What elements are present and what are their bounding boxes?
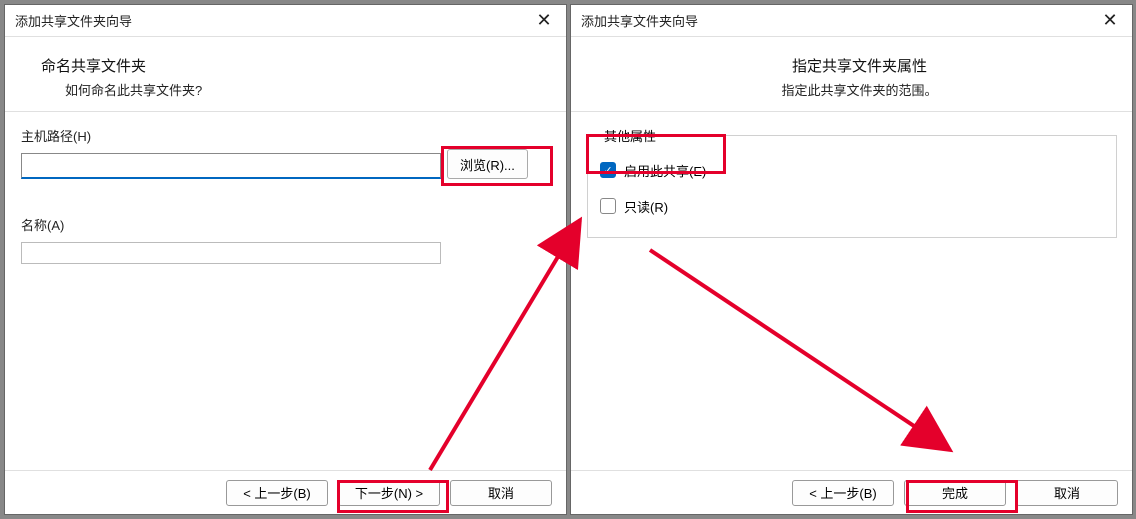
back-button[interactable]: < 上一步(B) [792,480,894,506]
fieldset-legend: 其他属性 [600,126,660,145]
close-icon[interactable]: ✕ [1088,5,1132,37]
wizard-footer: < 上一步(B) 完成 取消 [571,470,1132,514]
wizard-heading: 指定共享文件夹属性 [607,55,1112,76]
back-button[interactable]: < 上一步(B) [226,480,328,506]
wizard-heading: 命名共享文件夹 [41,55,546,76]
titlebar-text: 添加共享文件夹向导 [581,11,698,30]
titlebar: 添加共享文件夹向导 ✕ [571,5,1132,37]
name-input[interactable] [21,242,441,264]
wizard-dialog-properties: 添加共享文件夹向导 ✕ 指定共享文件夹属性 指定此共享文件夹的范围。 其他属性 … [570,4,1133,515]
other-properties-fieldset: 其他属性 启用此共享(E) 只读(R) [587,126,1117,238]
enable-share-row[interactable]: 启用此共享(E) [600,157,1104,183]
close-icon[interactable]: ✕ [522,5,566,37]
checkbox-checked-icon[interactable] [600,162,616,178]
finish-button[interactable]: 完成 [904,480,1006,506]
titlebar: 添加共享文件夹向导 ✕ [5,5,566,37]
wizard-subheading: 指定此共享文件夹的范围。 [607,80,1112,99]
enable-share-label: 启用此共享(E) [624,161,706,180]
wizard-footer: < 上一步(B) 下一步(N) > 取消 [5,470,566,514]
readonly-row[interactable]: 只读(R) [600,193,1104,219]
wizard-header: 指定共享文件夹属性 指定此共享文件夹的范围。 [571,37,1132,112]
cancel-button[interactable]: 取消 [1016,480,1118,506]
cancel-button[interactable]: 取消 [450,480,552,506]
next-button[interactable]: 下一步(N) > [338,480,440,506]
titlebar-text: 添加共享文件夹向导 [15,11,132,30]
host-path-label: 主机路径(H) [21,126,550,145]
wizard-subheading: 如何命名此共享文件夹? [41,80,546,99]
browse-button[interactable]: 浏览(R)... [447,149,528,179]
wizard-content: 主机路径(H) 浏览(R)... 名称(A) [5,112,566,470]
wizard-content: 其他属性 启用此共享(E) 只读(R) [571,112,1132,470]
name-label: 名称(A) [21,215,550,234]
wizard-dialog-naming: 添加共享文件夹向导 ✕ 命名共享文件夹 如何命名此共享文件夹? 主机路径(H) … [4,4,567,515]
host-path-input[interactable] [21,153,441,179]
checkbox-unchecked-icon[interactable] [600,198,616,214]
wizard-header: 命名共享文件夹 如何命名此共享文件夹? [5,37,566,112]
readonly-label: 只读(R) [624,197,668,216]
